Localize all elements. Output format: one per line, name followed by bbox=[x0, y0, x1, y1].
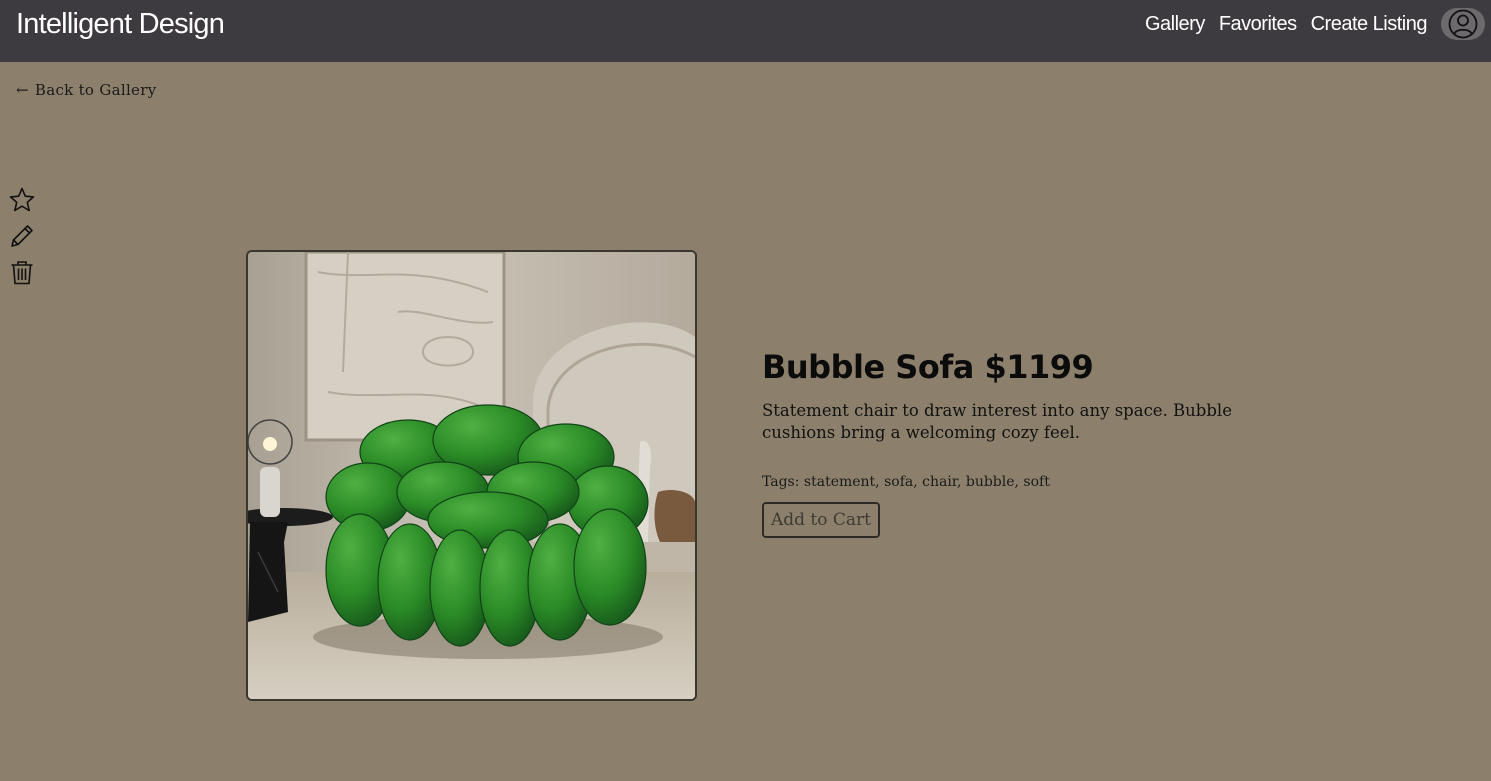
arrow-left-icon: ← bbox=[16, 81, 29, 99]
back-link-label: Back to Gallery bbox=[34, 81, 157, 99]
top-navbar: Intelligent Design Gallery Favorites Cre… bbox=[0, 0, 1491, 62]
product-tags: Tags: statement, sofa, chair, bubble, so… bbox=[762, 474, 1050, 490]
nav-favorites-link[interactable]: Favorites bbox=[1219, 13, 1297, 36]
product-description: Statement chair to draw interest into an… bbox=[762, 401, 1232, 442]
brand-logo[interactable]: Intelligent Design bbox=[16, 8, 225, 41]
nav-links: Gallery Favorites Create Listing bbox=[1131, 8, 1485, 40]
product-image bbox=[246, 250, 697, 701]
nav-create-listing-link[interactable]: Create Listing bbox=[1311, 13, 1428, 36]
product-details: Bubble Sofa $1199 Statement chair to dra… bbox=[762, 348, 1322, 538]
pencil-icon[interactable] bbox=[8, 222, 36, 250]
star-icon[interactable] bbox=[8, 186, 36, 214]
product-title: Bubble Sofa $1199 bbox=[762, 348, 1094, 386]
nav-gallery-link[interactable]: Gallery bbox=[1145, 13, 1205, 36]
user-circle-icon bbox=[1448, 9, 1478, 39]
account-button[interactable] bbox=[1441, 8, 1485, 40]
add-to-cart-button[interactable]: Add to Cart bbox=[762, 502, 880, 538]
back-to-gallery-link[interactable]: ← Back to Gallery bbox=[16, 81, 156, 99]
item-actions bbox=[8, 186, 36, 286]
trash-icon[interactable] bbox=[8, 258, 36, 286]
